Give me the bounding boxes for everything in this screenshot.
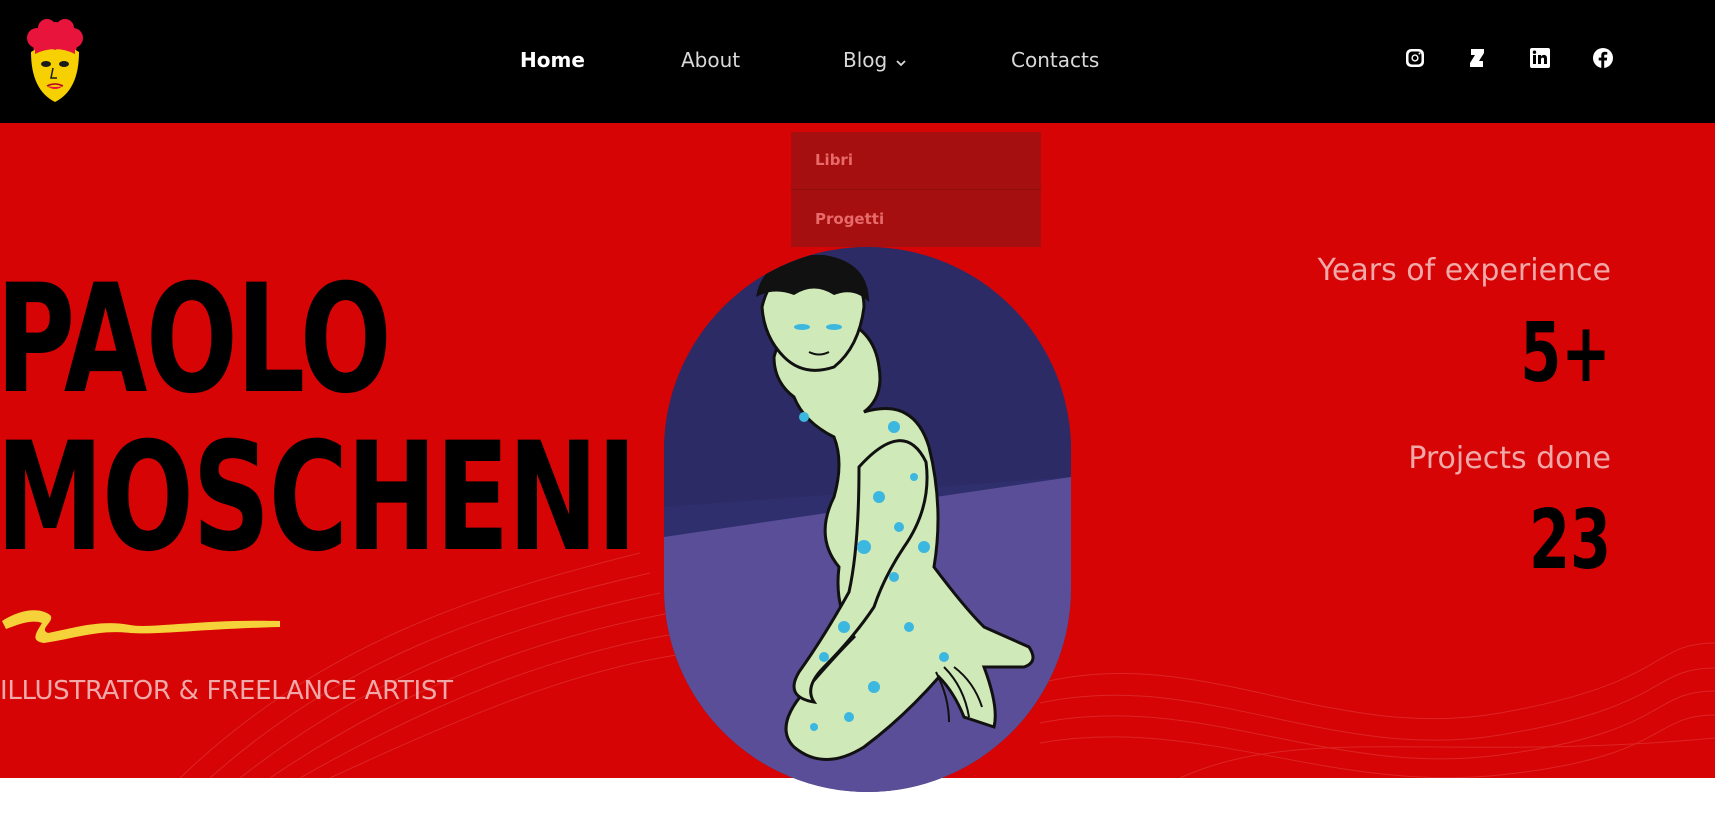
stat-label-experience: Years of experience — [1317, 253, 1611, 288]
hero-illustration — [664, 247, 1071, 792]
nav-blog-label: Blog — [843, 48, 888, 72]
logo[interactable] — [17, 18, 93, 106]
hero-name-first: PAOLO — [0, 253, 392, 427]
dropdown-item-progetti[interactable]: Progetti — [815, 210, 884, 228]
hero-name-last: MOSCHENI — [0, 411, 637, 585]
instagram-icon[interactable] — [1404, 47, 1426, 69]
stat-value-experience: 5+ — [1520, 306, 1611, 401]
dropdown-item-libri[interactable]: Libri — [815, 151, 853, 169]
nav-about[interactable]: About — [681, 48, 740, 72]
hero-subtitle: ILLUSTRATOR & FREELANCE ARTIST — [0, 676, 453, 706]
chevron-down-icon — [895, 50, 907, 74]
nav-contacts[interactable]: Contacts — [1011, 48, 1099, 72]
stat-value-projects: 23 — [1528, 493, 1611, 588]
yellow-brush-stroke — [2, 610, 280, 643]
linkedin-icon[interactable] — [1529, 47, 1551, 69]
blog-dropdown-menu: Libri Progetti — [791, 132, 1041, 247]
facebook-icon[interactable] — [1592, 47, 1614, 69]
artist-face-logo-icon — [27, 19, 83, 102]
nav-home[interactable]: Home — [520, 48, 585, 72]
tattooed-figure-illustration — [664, 247, 1071, 792]
deviantart-icon[interactable] — [1466, 47, 1488, 69]
stat-label-projects: Projects done — [1408, 441, 1611, 476]
site-header: Home About Blog Contacts — [0, 0, 1715, 123]
dropdown-divider — [791, 189, 1041, 190]
nav-blog[interactable]: Blog — [843, 48, 907, 74]
